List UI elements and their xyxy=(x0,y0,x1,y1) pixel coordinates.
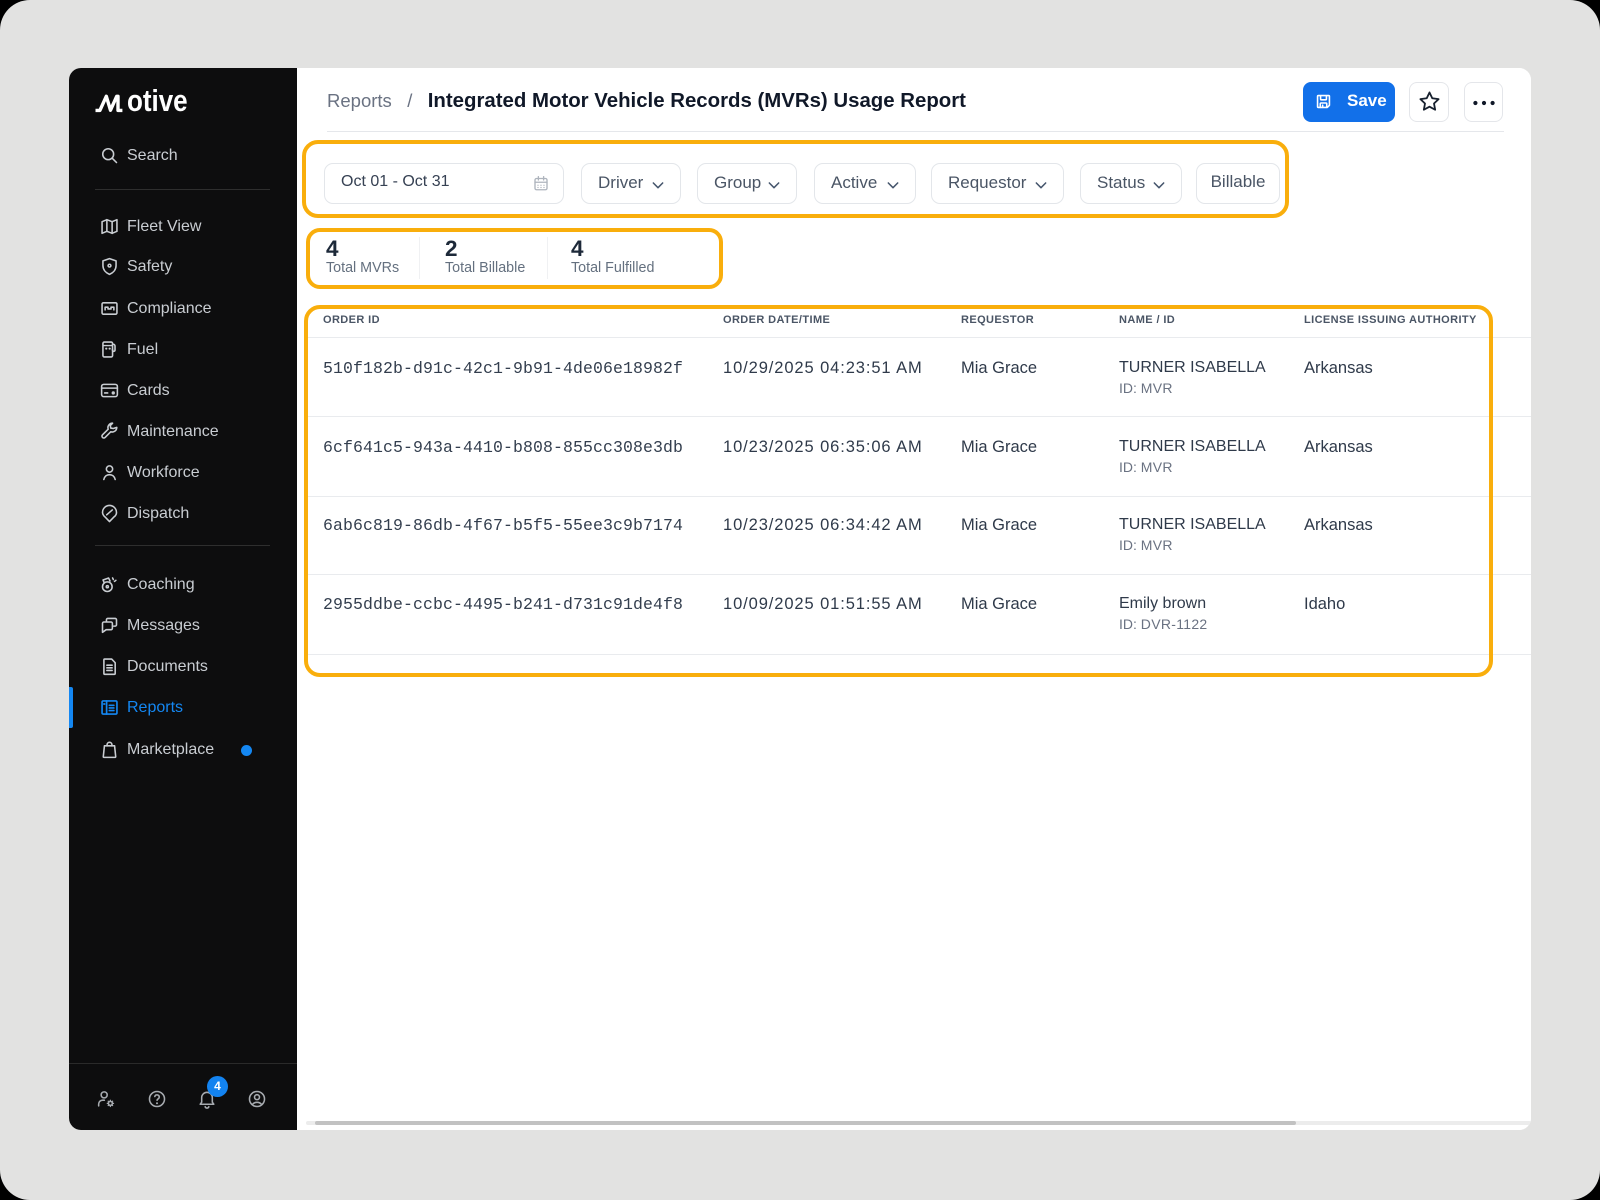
svg-text:otive: otive xyxy=(127,88,188,114)
